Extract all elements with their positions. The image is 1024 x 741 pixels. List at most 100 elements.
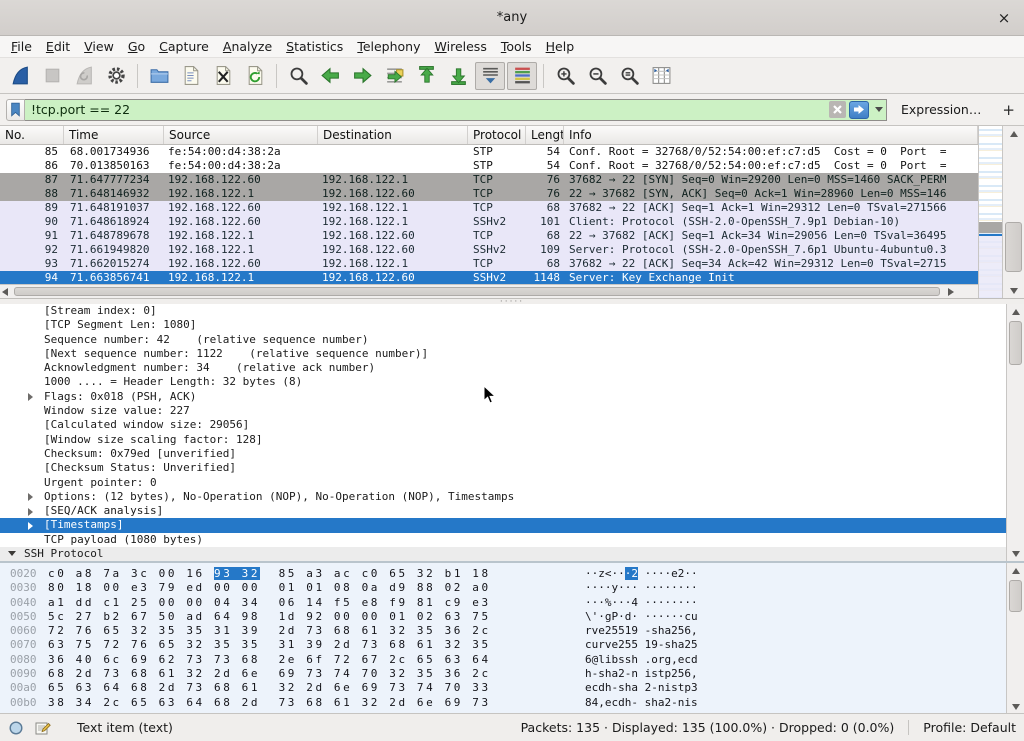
find-button[interactable]: [283, 62, 313, 90]
hex-ascii[interactable]: ··z<···2 ····e2··: [585, 567, 698, 581]
capture-stop-button[interactable]: [37, 62, 67, 90]
column-header-source[interactable]: Source: [164, 126, 318, 144]
detail-row[interactable]: [Calculated window size: 29056]: [0, 418, 1006, 432]
hex-ascii[interactable]: 6@libssh .org,ecd: [585, 653, 698, 667]
hex-row-0040[interactable]: 0040a1 dd c1 25 00 00 04 34 06 14 f5 e8 …: [0, 596, 1024, 610]
detail-row[interactable]: Flags: 0x018 (PSH, ACK): [0, 390, 1006, 404]
go-top-button[interactable]: [411, 62, 441, 90]
resize-columns-button[interactable]: [646, 62, 676, 90]
hex-row-0070[interactable]: 007063 75 72 76 65 32 35 35 31 39 2d 73 …: [0, 638, 1024, 652]
packet-row-90[interactable]: 9071.648618924192.168.122.60192.168.122.…: [0, 215, 978, 229]
go-forward-button[interactable]: [347, 62, 377, 90]
go-bottom-button[interactable]: [443, 62, 473, 90]
capture-restart-button[interactable]: [69, 62, 99, 90]
menu-telephony[interactable]: Telephony: [350, 37, 427, 57]
details-vscrollbar[interactable]: [1006, 304, 1024, 561]
collapsed-arrow-icon[interactable]: [28, 508, 33, 516]
menu-help[interactable]: Help: [539, 37, 582, 57]
vscroll-down-arrow-icon[interactable]: [1003, 283, 1024, 298]
hex-ascii[interactable]: ···%···4 ········: [585, 596, 698, 610]
hex-bytes[interactable]: a1 dd c1 25 00 00 04 34 06 14 f5 e8 f9 8…: [48, 596, 491, 610]
detail-row[interactable]: [Window size scaling factor: 128]: [0, 433, 1006, 447]
auto-scroll-button[interactable]: [475, 62, 505, 90]
packet-row-85[interactable]: 8568.001734936fe:54:00:d4:38:2aSTP54Conf…: [0, 145, 978, 159]
hex-bytes[interactable]: 72 76 65 32 35 35 31 39 2d 73 68 61 32 3…: [48, 624, 491, 638]
hex-row-00a0[interactable]: 00a065 63 64 68 2d 73 68 61 32 2d 6e 69 …: [0, 681, 1024, 695]
packet-row-94[interactable]: 9471.663856741192.168.122.1192.168.122.6…: [0, 271, 978, 284]
detail-row[interactable]: 1000 .... = Header Length: 32 bytes (8): [0, 375, 1006, 389]
column-header-time[interactable]: Time: [64, 126, 164, 144]
hex-ascii[interactable]: rve25519 -sha256,: [585, 624, 698, 638]
zoom-in-button[interactable]: [550, 62, 580, 90]
column-header-destination[interactable]: Destination: [318, 126, 468, 144]
zoom-out-button[interactable]: [582, 62, 612, 90]
hex-ascii[interactable]: curve255 19-sha25: [585, 638, 698, 652]
detail-row[interactable]: Checksum: 0x79ed [unverified]: [0, 447, 1006, 461]
menu-view[interactable]: View: [77, 37, 121, 57]
detail-row[interactable]: [Timestamps]: [0, 518, 1006, 532]
apply-filter-button[interactable]: [849, 101, 869, 119]
details-scroll-down-icon[interactable]: [1007, 546, 1024, 561]
menu-capture[interactable]: Capture: [152, 37, 216, 57]
detail-row[interactable]: [TCP Segment Len: 1080]: [0, 318, 1006, 332]
hex-bytes[interactable]: 38 34 2c 65 63 64 68 2d 73 68 61 32 2d 6…: [48, 696, 491, 710]
collapsed-arrow-icon[interactable]: [28, 493, 33, 501]
hscroll-right-arrow-icon[interactable]: [948, 286, 954, 296]
file-open-button[interactable]: [144, 62, 174, 90]
hex-bytes[interactable]: 80 18 00 e3 79 ed 00 00 01 01 08 0a d9 8…: [48, 581, 491, 595]
column-header-length[interactable]: Length: [526, 126, 564, 144]
file-reload-button[interactable]: [240, 62, 270, 90]
detail-row[interactable]: Sequence number: 42 (relative sequence n…: [0, 333, 1006, 347]
close-window-icon[interactable]: ×: [994, 8, 1014, 28]
hex-bytes[interactable]: 5c 27 b2 67 50 ad 64 98 1d 92 00 00 01 0…: [48, 610, 491, 624]
packet-row-87[interactable]: 8771.647777234192.168.122.60192.168.122.…: [0, 173, 978, 187]
vscroll-thumb[interactable]: [1005, 222, 1022, 272]
packet-row-92[interactable]: 9271.661949820192.168.122.1192.168.122.6…: [0, 243, 978, 257]
capture-comment-icon[interactable]: [34, 720, 51, 736]
hex-bytes[interactable]: 68 2d 73 68 61 32 2d 6e 69 73 74 70 32 3…: [48, 667, 491, 681]
file-save-button[interactable]: [176, 62, 206, 90]
collapsed-arrow-icon[interactable]: [28, 522, 33, 530]
menu-edit[interactable]: Edit: [39, 37, 77, 57]
detail-row[interactable]: Window size value: 227: [0, 404, 1006, 418]
zoom-original-button[interactable]: [614, 62, 644, 90]
detail-row[interactable]: [SEQ/ACK analysis]: [0, 504, 1006, 518]
menu-file[interactable]: File: [4, 37, 39, 57]
hex-bytes[interactable]: 63 75 72 76 65 32 35 35 31 39 2d 73 68 6…: [48, 638, 491, 652]
menu-go[interactable]: Go: [121, 37, 152, 57]
column-header-no[interactable]: No.: [0, 126, 64, 144]
profile-text[interactable]: Profile: Default: [909, 720, 1016, 735]
details-scroll-thumb[interactable]: [1009, 321, 1022, 365]
menu-wireless[interactable]: Wireless: [428, 37, 494, 57]
packet-list-vscrollbar[interactable]: [1002, 126, 1024, 298]
detail-row[interactable]: [Next sequence number: 1122 (relative se…: [0, 347, 1006, 361]
detail-row[interactable]: SSH Protocol: [0, 547, 1006, 561]
detail-row[interactable]: [Checksum Status: Unverified]: [0, 461, 1006, 475]
detail-row[interactable]: Options: (12 bytes), No-Operation (NOP),…: [0, 490, 1006, 504]
detail-row[interactable]: [Stream index: 0]: [0, 304, 1006, 318]
hex-ascii[interactable]: \'·gP·d· ······cu: [585, 610, 698, 624]
hex-bytes[interactable]: 36 40 6c 69 62 73 73 68 2e 6f 72 67 2c 6…: [48, 653, 491, 667]
display-filter-input[interactable]: [25, 99, 887, 121]
filter-bookmark-button[interactable]: [6, 99, 25, 121]
menu-analyze[interactable]: Analyze: [216, 37, 279, 57]
hex-ascii[interactable]: ····y··· ········: [585, 581, 698, 595]
hex-row-0050[interactable]: 00505c 27 b2 67 50 ad 64 98 1d 92 00 00 …: [0, 610, 1024, 624]
go-to-packet-button[interactable]: [379, 62, 409, 90]
packet-list-minimap[interactable]: [978, 126, 1002, 298]
clear-filter-button[interactable]: [829, 101, 846, 118]
expression-button[interactable]: Expression…: [901, 102, 981, 117]
hex-ascii[interactable]: ecdh-sha 2-nistp3: [585, 681, 698, 695]
capture-options-button[interactable]: [101, 62, 131, 90]
capture-start-button[interactable]: [5, 62, 35, 90]
vscroll-up-arrow-icon[interactable]: [1003, 126, 1024, 141]
column-header-info[interactable]: Info: [564, 126, 978, 144]
go-back-button[interactable]: [315, 62, 345, 90]
packet-row-91[interactable]: 9171.648789678192.168.122.1192.168.122.6…: [0, 229, 978, 243]
hex-row-0020[interactable]: 0020c0 a8 7a 3c 00 16 93 32 85 a3 ac c0 …: [0, 567, 1024, 581]
packet-list-hscrollbar[interactable]: [0, 284, 978, 298]
hex-row-0030[interactable]: 003080 18 00 e3 79 ed 00 00 01 01 08 0a …: [0, 581, 1024, 595]
expert-info-icon[interactable]: [8, 720, 24, 736]
hex-bytes[interactable]: 65 63 64 68 2d 73 68 61 32 2d 6e 69 73 7…: [48, 681, 491, 695]
menu-tools[interactable]: Tools: [494, 37, 539, 57]
